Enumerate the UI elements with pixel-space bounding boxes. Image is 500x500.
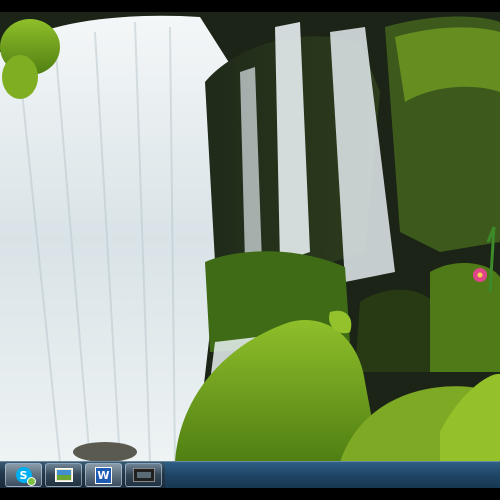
skype-icon: S	[15, 467, 36, 486]
taskbar-button-movie-maker[interactable]	[125, 463, 162, 487]
taskbar-button-word[interactable]: W	[85, 463, 122, 487]
taskbar-button-photo-viewer[interactable]	[45, 463, 82, 487]
taskbar: S W	[0, 461, 500, 488]
screen-bottom-border	[0, 488, 500, 500]
taskbar-button-skype[interactable]: S	[5, 463, 42, 487]
desktop-wallpaper	[0, 12, 500, 462]
word-icon: W	[95, 466, 112, 484]
movie-maker-icon	[132, 468, 155, 482]
desktop-screen: S W	[0, 0, 500, 500]
taskbar-extension	[165, 462, 500, 488]
status-badge	[26, 477, 36, 486]
photo-viewer-icon	[54, 468, 73, 482]
